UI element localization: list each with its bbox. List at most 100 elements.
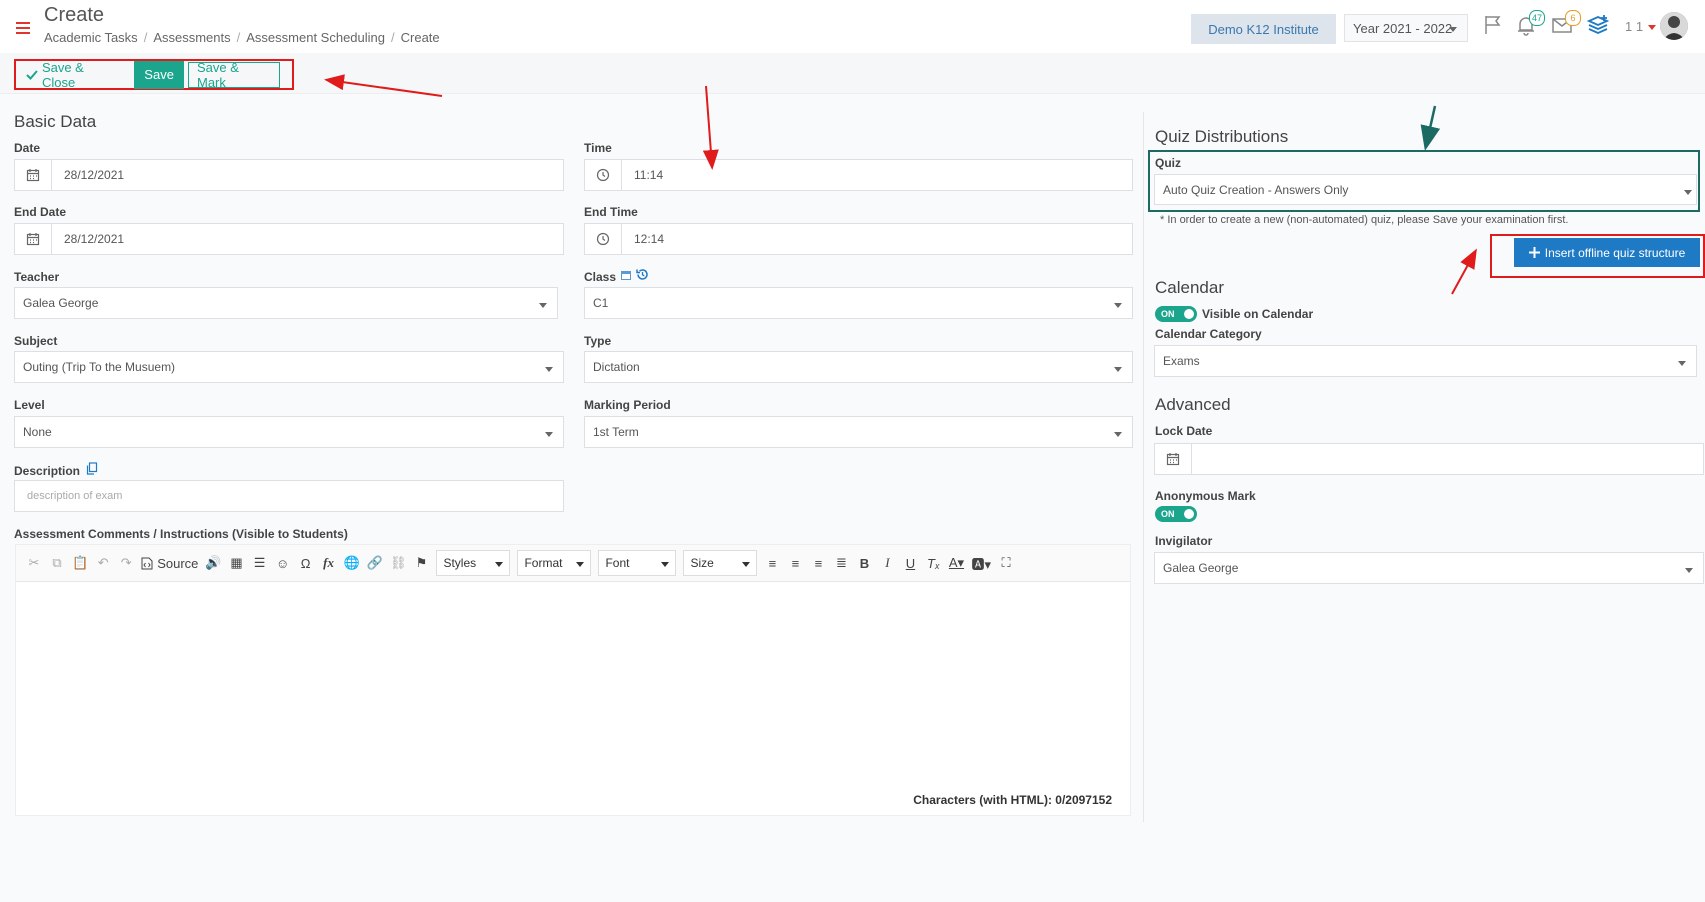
quiz-distributions-title: Quiz Distributions — [1155, 127, 1289, 146]
underline-icon[interactable]: U — [902, 553, 918, 573]
source-button[interactable]: Source — [141, 553, 198, 573]
special-char-icon[interactable]: Ω — [298, 553, 314, 573]
copy-icon[interactable] — [86, 462, 98, 480]
cut-icon[interactable]: ✂ — [26, 553, 42, 573]
calendar-icon[interactable] — [620, 268, 632, 286]
end-time-label: End Time — [584, 205, 638, 219]
lock-date-field[interactable] — [1154, 443, 1704, 475]
calendar-icon[interactable] — [15, 224, 52, 254]
notifications-badge: 47 — [1529, 10, 1545, 26]
insert-offline-quiz-button[interactable]: Insert offline quiz structure — [1514, 238, 1700, 267]
styles-label: Styles — [443, 556, 477, 570]
link-icon[interactable]: 🔗 — [367, 553, 383, 573]
breadcrumb-item[interactable]: Academic Tasks — [44, 30, 138, 45]
chevron-down-icon — [1114, 303, 1122, 308]
maximize-icon[interactable]: ⛶ — [998, 553, 1014, 573]
smiley-icon[interactable]: ☺ — [275, 553, 291, 573]
layers-add-icon[interactable] — [1586, 14, 1611, 38]
description-input[interactable]: description of exam — [14, 480, 564, 512]
calendar-category-select[interactable]: Exams — [1154, 345, 1697, 377]
speaker-icon[interactable]: 🔊 — [205, 553, 221, 573]
copy-icon[interactable]: ⧉ — [49, 553, 65, 573]
breadcrumb-item[interactable]: Assessment Scheduling — [246, 30, 385, 45]
align-justify-icon[interactable]: ≣ — [833, 553, 849, 573]
rich-text-editor[interactable]: ✂ ⧉ 📋 ↶ ↷ Source 🔊 ▦ ☰ ☺ Ω fx 🌐 🔗 ⛓ ⚑ St… — [15, 544, 1131, 816]
bell-icon[interactable]: 47 — [1515, 10, 1545, 38]
format-label: Format — [524, 556, 563, 570]
teacher-value: Galea George — [23, 296, 99, 310]
source-icon — [141, 557, 153, 569]
class-select[interactable]: C1 — [584, 287, 1133, 319]
subject-select[interactable]: Outing (Trip To the Musuem) — [14, 351, 564, 383]
type-value: Dictation — [593, 360, 640, 374]
end-date-field[interactable]: 28/12/2021 — [14, 223, 564, 255]
editor-content-area[interactable] — [16, 582, 1130, 782]
avatar[interactable] — [1660, 12, 1688, 40]
align-center-icon[interactable]: ≡ — [787, 553, 803, 573]
chevron-down-icon — [742, 562, 751, 567]
invigilator-value: Galea George — [1163, 561, 1239, 575]
marking-period-label: Marking Period — [584, 398, 671, 412]
year-value: Year 2021 - 2022 — [1353, 20, 1453, 36]
date-field[interactable]: 28/12/2021 — [14, 159, 564, 191]
institute-button[interactable]: Demo K12 Institute — [1191, 14, 1336, 44]
top-bar: Create Academic Tasks / Assessments / Asse… — [0, 0, 1705, 53]
chevron-down-icon[interactable] — [1648, 25, 1656, 30]
clock-icon[interactable] — [585, 160, 622, 190]
page-title: Create — [44, 4, 105, 26]
save-button[interactable]: Save — [134, 60, 184, 89]
format-dropdown[interactable]: Format — [517, 550, 592, 576]
flag-icon[interactable] — [1482, 14, 1506, 38]
unlink-icon[interactable]: ⛓ — [390, 553, 407, 573]
paste-icon[interactable]: 📋 — [72, 553, 88, 573]
formula-icon[interactable]: fx — [321, 553, 337, 573]
type-label: Type — [584, 334, 612, 348]
size-dropdown[interactable]: Size — [683, 550, 758, 576]
history-icon[interactable] — [636, 268, 649, 286]
calendar-icon[interactable] — [15, 160, 52, 190]
teacher-select[interactable]: Galea George — [14, 287, 558, 319]
time-field[interactable]: 11:14 — [584, 159, 1133, 191]
styles-dropdown[interactable]: Styles — [436, 550, 511, 576]
background-color-icon[interactable]: 🅰▾ — [971, 553, 991, 573]
bold-icon[interactable]: B — [856, 553, 872, 573]
table-icon[interactable]: ▦ — [229, 553, 245, 573]
level-select[interactable]: None — [14, 416, 564, 448]
calendar-category-label: Calendar Category — [1155, 327, 1262, 341]
marking-period-select[interactable]: 1st Term — [584, 416, 1133, 448]
text-color-icon[interactable]: A▾ — [948, 553, 964, 573]
class-label-row: Class — [584, 268, 649, 286]
horizontal-line-icon[interactable]: ☰ — [252, 553, 268, 573]
align-left-icon[interactable]: ≡ — [764, 553, 780, 573]
save-mark-button[interactable]: Save & Mark — [187, 60, 280, 90]
breadcrumb-item-current: Create — [400, 30, 440, 45]
type-select[interactable]: Dictation — [584, 351, 1133, 383]
globe-icon[interactable]: 🌐 — [344, 553, 360, 573]
calendar-icon[interactable] — [1155, 444, 1192, 474]
anonymous-mark-toggle[interactable]: ON — [1155, 506, 1197, 522]
align-right-icon[interactable]: ≡ — [810, 553, 826, 573]
chevron-down-icon — [1684, 190, 1692, 195]
breadcrumb-item[interactable]: Assessments — [153, 30, 230, 45]
end-time-field[interactable]: 12:14 — [584, 223, 1133, 255]
visible-on-calendar-toggle[interactable]: ON — [1155, 306, 1197, 322]
quiz-select[interactable]: Auto Quiz Creation - Answers Only — [1154, 174, 1697, 205]
invigilator-select[interactable]: Galea George — [1154, 552, 1704, 584]
undo-icon[interactable]: ↶ — [95, 553, 111, 573]
year-select[interactable]: Year 2021 - 2022 — [1344, 14, 1468, 42]
quiz-value: Auto Quiz Creation - Answers Only — [1163, 182, 1349, 197]
remove-format-icon[interactable]: Tₓ — [925, 553, 941, 573]
clock-icon[interactable] — [585, 224, 622, 254]
font-dropdown[interactable]: Font — [598, 550, 677, 576]
class-label: Class — [584, 270, 617, 284]
anchor-flag-icon[interactable]: ⚑ — [413, 553, 429, 573]
chevron-down-icon — [1678, 361, 1686, 366]
save-close-button[interactable]: Save & Close — [26, 60, 120, 90]
invigilator-label: Invigilator — [1155, 534, 1213, 548]
check-icon — [26, 69, 38, 80]
calendar-category-value: Exams — [1163, 354, 1200, 368]
italic-icon[interactable]: I — [879, 553, 895, 573]
redo-icon[interactable]: ↷ — [118, 553, 134, 573]
mail-icon[interactable]: 6 — [1551, 10, 1581, 38]
menu-icon[interactable] — [16, 22, 30, 34]
